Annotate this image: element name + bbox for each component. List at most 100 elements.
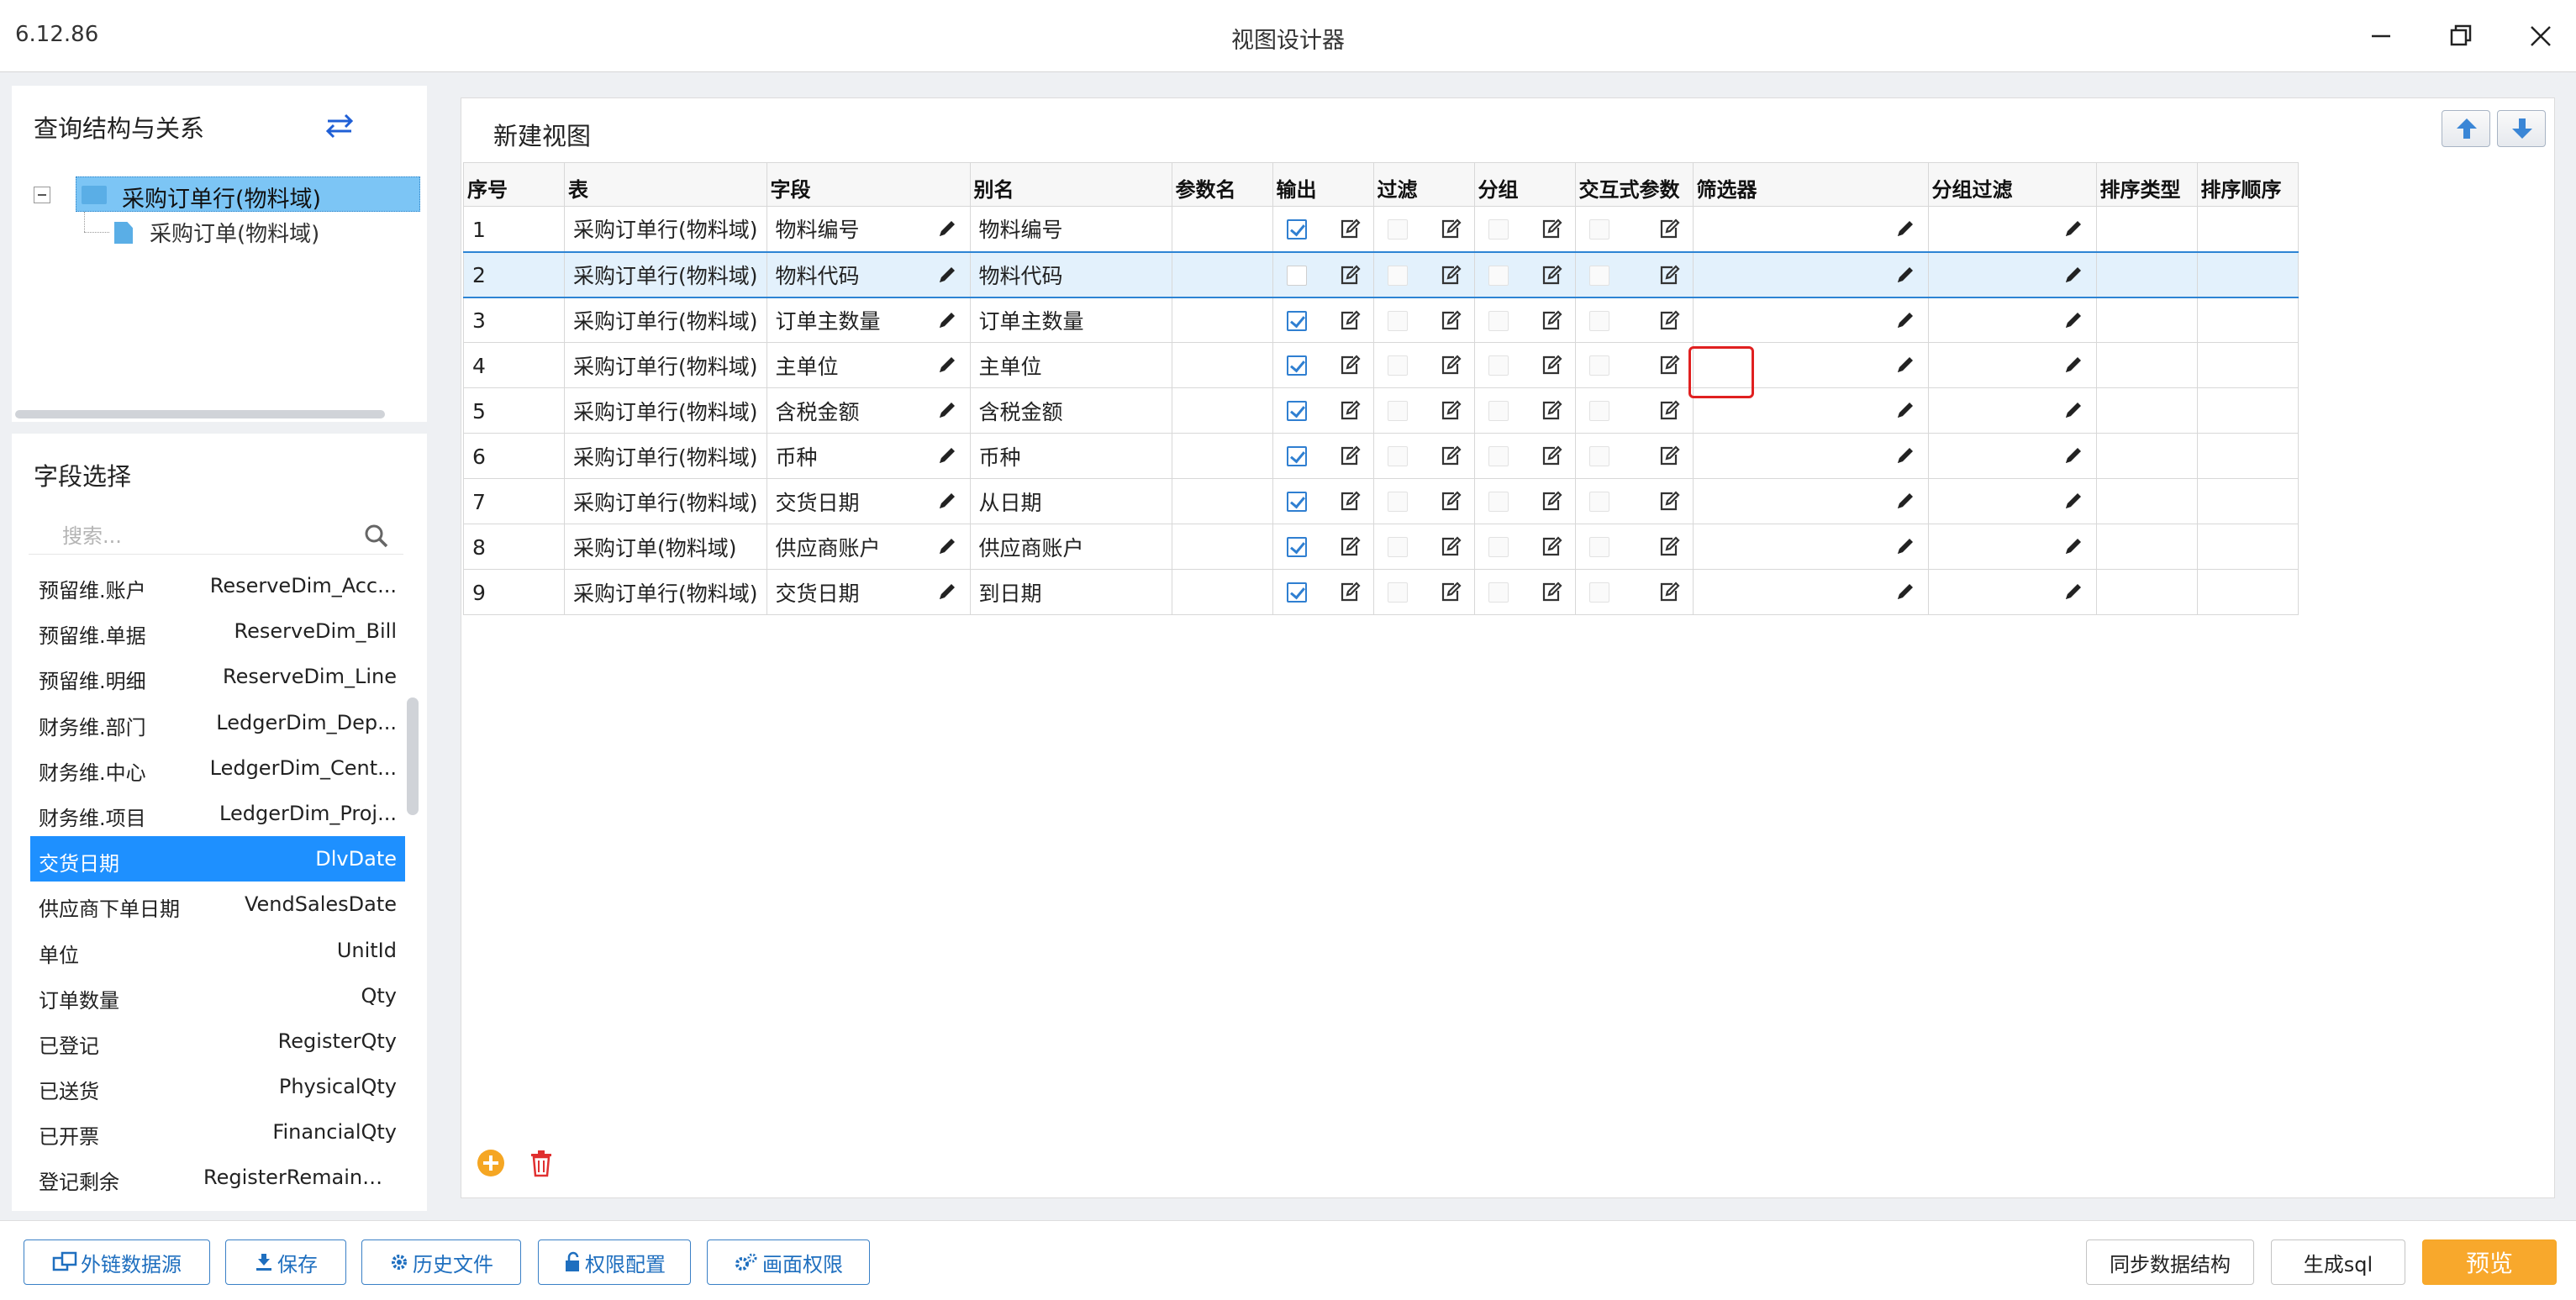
external-datasource-button[interactable]: 外链数据源 [24, 1239, 210, 1285]
alias-cell[interactable]: 从日期 [969, 478, 1172, 524]
field-list-item[interactable]: 已登记 RegisterQty [30, 1018, 405, 1064]
sort-type-cell[interactable] [2095, 206, 2198, 252]
pencil-icon[interactable] [2062, 581, 2084, 603]
edit-icon[interactable] [1338, 399, 1362, 423]
edit-icon[interactable] [1540, 490, 1563, 513]
field-list-item[interactable]: 交货日期 DlvDate [30, 836, 405, 882]
group-checkbox[interactable] [1488, 265, 1509, 286]
edit-icon[interactable] [1657, 309, 1681, 333]
edit-icon[interactable] [1439, 354, 1462, 377]
edit-icon[interactable] [1540, 354, 1563, 377]
interactive-param-checkbox[interactable] [1588, 537, 1609, 557]
column-header[interactable]: 输出 [1272, 162, 1374, 207]
field-list-item[interactable]: 财务维.中心 LedgerDim_Cent... [30, 745, 405, 791]
interactive-param-checkbox[interactable] [1588, 219, 1609, 239]
interactive-param-checkbox[interactable] [1588, 492, 1609, 512]
sort-type-cell[interactable] [2095, 342, 2198, 388]
sort-type-cell[interactable] [2095, 478, 2198, 524]
edit-icon[interactable] [1338, 490, 1362, 513]
generate-sql-button[interactable]: 生成sql [2271, 1239, 2405, 1285]
pencil-icon[interactable] [1894, 399, 1916, 421]
alias-cell[interactable]: 主单位 [969, 342, 1172, 388]
pencil-icon[interactable] [936, 581, 958, 603]
filter-checkbox[interactable] [1387, 219, 1408, 239]
save-button[interactable]: 保存 [225, 1239, 346, 1285]
edit-icon[interactable] [1338, 445, 1362, 468]
horizontal-scrollbar[interactable] [15, 410, 385, 418]
edit-icon[interactable] [1338, 535, 1362, 559]
field-list-item[interactable]: 已送货 PhysicalQty [30, 1064, 405, 1109]
edit-icon[interactable] [1657, 490, 1681, 513]
edit-icon[interactable] [1657, 445, 1681, 468]
pencil-icon[interactable] [2062, 490, 2084, 512]
collapse-icon[interactable] [34, 187, 50, 203]
group-checkbox[interactable] [1488, 310, 1509, 331]
group-checkbox[interactable] [1488, 446, 1509, 466]
edit-icon[interactable] [1540, 535, 1563, 559]
field-list-item[interactable]: 单位 UnitId [30, 928, 405, 973]
table-row[interactable]: 5 采购订单行(物料域) 含税金额 含税金额 [463, 387, 2299, 434]
table-row[interactable]: 7 采购订单行(物料域) 交货日期 从日期 [463, 478, 2299, 524]
pencil-icon[interactable] [1894, 309, 1916, 331]
alias-cell[interactable]: 订单主数量 [969, 297, 1172, 343]
output-checkbox[interactable] [1286, 265, 1307, 286]
swap-icon[interactable] [323, 111, 356, 141]
output-checkbox[interactable] [1286, 582, 1307, 603]
sort-type-cell[interactable] [2095, 569, 2198, 615]
filter-checkbox[interactable] [1387, 492, 1408, 512]
filter-checkbox[interactable] [1387, 582, 1408, 603]
edit-icon[interactable] [1439, 581, 1462, 604]
table-row[interactable]: 6 采购订单行(物料域) 币种 币种 [463, 433, 2299, 479]
output-checkbox[interactable] [1286, 537, 1307, 557]
permission-config-button[interactable]: 权限配置 [538, 1239, 691, 1285]
param-name-cell[interactable] [1171, 433, 1273, 479]
filter-checkbox[interactable] [1387, 446, 1408, 466]
table-row[interactable]: 1 采购订单行(物料域) 物料编号 物料编号 [463, 206, 2299, 252]
pencil-icon[interactable] [2062, 218, 2084, 239]
column-header[interactable]: 交互式参数 [1574, 162, 1694, 207]
param-name-cell[interactable] [1171, 569, 1273, 615]
column-header[interactable]: 筛选器 [1692, 162, 1929, 207]
pencil-icon[interactable] [1894, 264, 1916, 286]
pencil-icon[interactable] [2062, 445, 2084, 466]
pencil-icon[interactable] [1894, 218, 1916, 239]
column-header[interactable]: 参数名 [1171, 162, 1273, 207]
group-checkbox[interactable] [1488, 355, 1509, 376]
alias-cell[interactable]: 币种 [969, 433, 1172, 479]
sync-structure-button[interactable]: 同步数据结构 [2086, 1239, 2254, 1285]
pencil-icon[interactable] [936, 535, 958, 557]
edit-icon[interactable] [1657, 218, 1681, 241]
edit-icon[interactable] [1338, 264, 1362, 287]
group-checkbox[interactable] [1488, 492, 1509, 512]
sort-order-cell[interactable] [2196, 342, 2299, 388]
group-checkbox[interactable] [1488, 582, 1509, 603]
interactive-param-checkbox[interactable] [1588, 265, 1609, 286]
move-up-button[interactable] [2442, 110, 2490, 147]
preview-button[interactable]: 预览 [2422, 1239, 2557, 1285]
table-row[interactable]: 2 采购订单行(物料域) 物料代码 物料代码 [463, 250, 2299, 298]
column-header[interactable]: 过滤 [1372, 162, 1475, 207]
output-checkbox[interactable] [1286, 446, 1307, 466]
pencil-icon[interactable] [936, 218, 958, 239]
sort-order-cell[interactable] [2196, 569, 2299, 615]
output-checkbox[interactable] [1286, 219, 1307, 239]
alias-cell[interactable]: 物料编号 [969, 206, 1172, 252]
column-header[interactable]: 分组过滤 [1927, 162, 2097, 207]
group-checkbox[interactable] [1488, 219, 1509, 239]
field-list-item[interactable]: 订单数量 Qty [30, 973, 405, 1018]
edit-icon[interactable] [1439, 445, 1462, 468]
filter-checkbox[interactable] [1387, 537, 1408, 557]
pencil-icon[interactable] [936, 264, 958, 286]
close-button[interactable] [2520, 15, 2562, 57]
field-list-item[interactable]: 财务维.项目 LedgerDim_Proj... [30, 791, 405, 836]
search-icon[interactable] [363, 523, 390, 550]
field-list-item[interactable]: 供应商下单日期 VendSalesDate [30, 882, 405, 927]
pencil-icon[interactable] [936, 445, 958, 466]
pencil-icon[interactable] [1894, 354, 1916, 376]
edit-icon[interactable] [1439, 490, 1462, 513]
param-name-cell[interactable] [1171, 524, 1273, 570]
sort-type-cell[interactable] [2095, 433, 2198, 479]
edit-icon[interactable] [1657, 535, 1681, 559]
edit-icon[interactable] [1657, 399, 1681, 423]
column-header[interactable]: 别名 [969, 162, 1172, 207]
